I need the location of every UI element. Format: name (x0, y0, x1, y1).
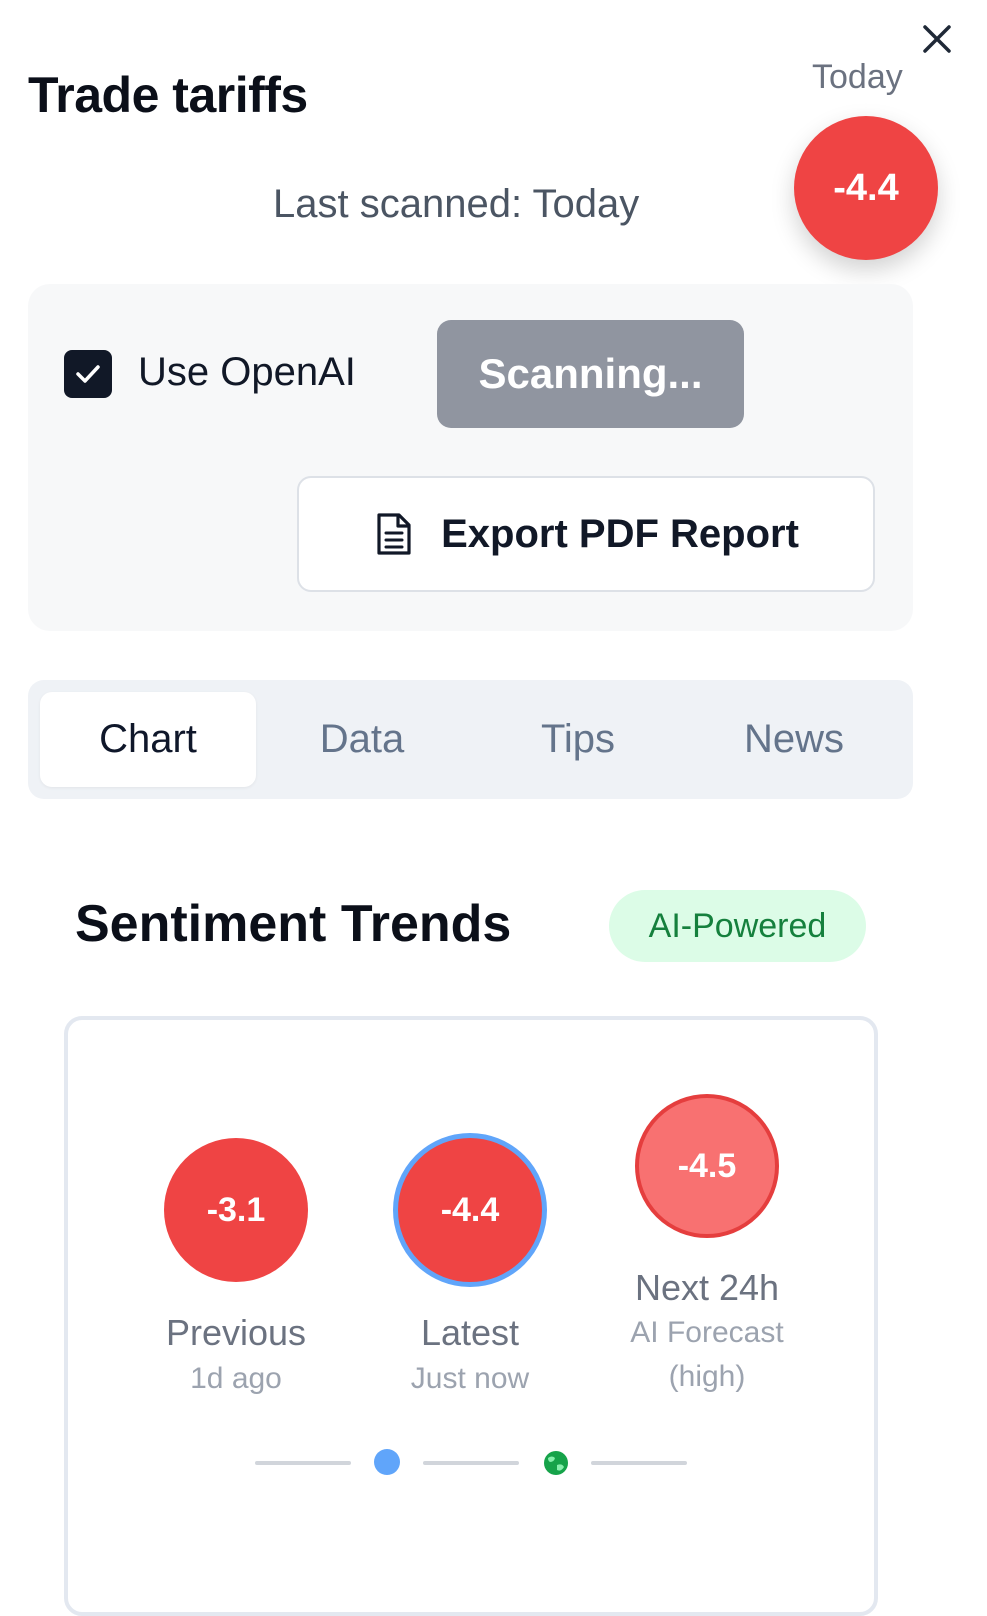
close-icon (923, 25, 951, 53)
forecast-score-bubble: -4.5 (635, 1094, 779, 1238)
latest-label-group: Latest Just now (360, 1310, 580, 1402)
previous-label: Previous (165, 1312, 307, 1353)
latest-sublabel: Just now (410, 1362, 530, 1395)
forecast-sublabel: AI Forecast (630, 1316, 784, 1349)
sentiment-trend-card: -3.1 -4.4 -4.5 Previous 1d ago Latest Ju… (64, 1016, 878, 1616)
use-openai-label[interactable]: Use OpenAI (138, 350, 356, 395)
forecast-confidence: (high) (668, 1360, 746, 1393)
globe-icon (544, 1451, 568, 1475)
document-icon (377, 513, 411, 555)
last-scanned-text: Last scanned: Today (273, 182, 640, 226)
forecast-label: Next 24h (634, 1267, 780, 1308)
tab-chart[interactable]: Chart (40, 692, 256, 787)
previous-score-bubble: -3.1 (164, 1138, 308, 1282)
export-button-label: Export PDF Report (441, 511, 799, 556)
period-label: Today (812, 58, 903, 96)
close-button[interactable] (916, 18, 958, 60)
latest-score-bubble: -4.4 (393, 1133, 547, 1287)
tab-tips[interactable]: Tips (470, 692, 686, 787)
dot-icon (374, 1449, 400, 1475)
latest-label: Latest (420, 1312, 520, 1353)
section-title: Sentiment Trends (75, 895, 512, 953)
timeline-segment (423, 1461, 519, 1465)
previous-sublabel: 1d ago (190, 1362, 282, 1395)
tab-news[interactable]: News (686, 692, 902, 787)
sentiment-score-badge: -4.4 (794, 116, 938, 260)
ai-powered-badge: AI-Powered (609, 890, 866, 962)
tab-data[interactable]: Data (254, 692, 470, 787)
page-title: Trade tariffs (28, 67, 308, 123)
view-tabs: Chart Data Tips News (28, 680, 913, 799)
scan-button[interactable]: Scanning... (437, 320, 744, 428)
timeline-segment (591, 1461, 687, 1465)
export-pdf-button[interactable]: Export PDF Report (297, 476, 875, 592)
use-openai-checkbox[interactable] (64, 350, 112, 398)
forecast-label-group: Next 24h AI Forecast (high) (597, 1265, 817, 1399)
checkmark-icon (76, 365, 100, 383)
scan-controls-card: Use OpenAI Scanning... Export PDF Report (28, 284, 913, 631)
timeline-segment (255, 1461, 351, 1465)
previous-label-group: Previous 1d ago (126, 1310, 346, 1402)
